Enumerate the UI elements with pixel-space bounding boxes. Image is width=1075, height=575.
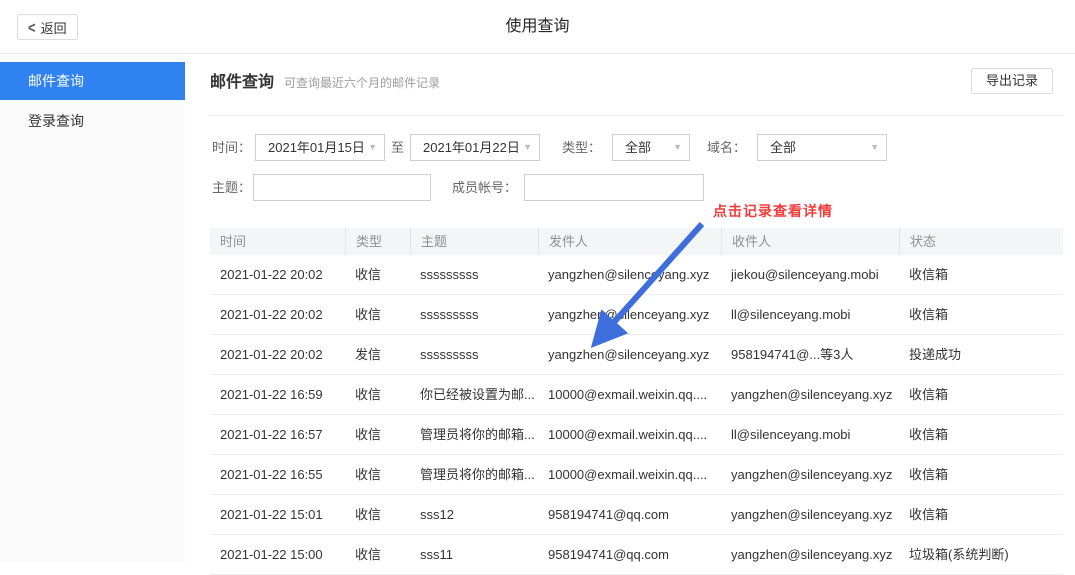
export-records-button[interactable]: 导出记录 [971, 68, 1053, 94]
cell-sender: 10000@exmail.weixin.qq.... [538, 375, 721, 414]
divider [210, 115, 1063, 116]
cell-sender: 958194741@qq.com [538, 535, 721, 574]
type-filter-label: 类型： [562, 134, 601, 161]
section-heading: 邮件查询 [210, 68, 274, 92]
cell-sender: yangzhen@silenceyang.xyz [538, 295, 721, 334]
cell-sender: yangzhen@silenceyang.xyz [538, 335, 721, 374]
table-row[interactable]: 2021-01-22 16:57 收信 管理员将你的邮箱... 10000@ex… [210, 415, 1063, 455]
date-from-value: 2021年01月15日 [268, 140, 365, 155]
cell-recipient: ll@silenceyang.mobi [721, 415, 899, 454]
cell-recipient: yangzhen@silenceyang.xyz [721, 455, 899, 494]
chevron-down-icon: ▼ [673, 135, 682, 160]
date-to-value: 2021年01月22日 [423, 140, 520, 155]
domain-filter-label: 域名： [707, 134, 746, 161]
col-header-type: 类型 [345, 228, 410, 255]
mail-records-table: 时间 类型 主题 发件人 收件人 状态 2021-01-22 20:02 收信 … [210, 228, 1063, 575]
col-header-time: 时间 [210, 228, 345, 255]
cell-type: 发信 [345, 335, 410, 374]
date-to-select[interactable]: 2021年01月22日 ▼ [410, 134, 540, 161]
col-header-subject: 主题 [410, 228, 538, 255]
topbar: < 返回 使用查询 [0, 0, 1075, 54]
date-from-select[interactable]: 2021年01月15日 ▼ [255, 134, 385, 161]
cell-type: 收信 [345, 455, 410, 494]
cell-type: 收信 [345, 255, 410, 294]
cell-time: 2021-01-22 16:55 [210, 455, 345, 494]
cell-status: 垃圾箱(系统判断) [899, 535, 1063, 574]
cell-status: 收信箱 [899, 295, 1063, 334]
cell-type: 收信 [345, 295, 410, 334]
cell-status: 收信箱 [899, 495, 1063, 534]
cell-sender: yangzhen@silenceyang.xyz [538, 255, 721, 294]
page-title: 使用查询 [0, 0, 1075, 54]
chevron-down-icon: ▼ [523, 135, 532, 160]
time-filter-label: 时间： [212, 134, 251, 161]
subject-input[interactable] [253, 174, 431, 201]
cell-status: 收信箱 [899, 455, 1063, 494]
cell-recipient: jiekou@silenceyang.mobi [721, 255, 899, 294]
cell-recipient: yangzhen@silenceyang.xyz [721, 495, 899, 534]
cell-time: 2021-01-22 20:02 [210, 295, 345, 334]
cell-sender: 10000@exmail.weixin.qq.... [538, 415, 721, 454]
member-account-label: 成员帐号： [452, 174, 517, 201]
col-header-sender: 发件人 [538, 228, 721, 255]
cell-subject: 你已经被设置为邮... [410, 375, 538, 414]
cell-subject: sss11 [410, 535, 538, 574]
domain-value: 全部 [770, 140, 796, 155]
table-row[interactable]: 2021-01-22 20:02 发信 sssssssss yangzhen@s… [210, 335, 1063, 375]
cell-sender: 10000@exmail.weixin.qq.... [538, 455, 721, 494]
cell-recipient: yangzhen@silenceyang.xyz [721, 375, 899, 414]
main-content: 邮件查询 可查询最近六个月的邮件记录 导出记录 时间： 2021年01月15日 … [185, 55, 1075, 562]
col-header-recipient: 收件人 [721, 228, 899, 255]
sidebar: 邮件查询 登录查询 [0, 55, 185, 562]
cell-type: 收信 [345, 495, 410, 534]
cell-subject: 管理员将你的邮箱... [410, 455, 538, 494]
cell-subject: 管理员将你的邮箱... [410, 415, 538, 454]
annotation-click-record: 点击记录查看详情 [713, 201, 833, 221]
type-value: 全部 [625, 140, 651, 155]
cell-subject: sss12 [410, 495, 538, 534]
cell-subject: sssssssss [410, 295, 538, 334]
cell-time: 2021-01-22 15:00 [210, 535, 345, 574]
cell-status: 收信箱 [899, 255, 1063, 294]
member-account-input[interactable] [524, 174, 704, 201]
table-row[interactable]: 2021-01-22 15:00 收信 sss11 958194741@qq.c… [210, 535, 1063, 575]
sidebar-item-mail-query[interactable]: 邮件查询 [0, 62, 185, 100]
cell-recipient: 958194741@...等3人 [721, 335, 899, 374]
chevron-down-icon: ▼ [368, 135, 377, 160]
cell-recipient: yangzhen@silenceyang.xyz [721, 535, 899, 574]
cell-time: 2021-01-22 16:57 [210, 415, 345, 454]
section-subtitle: 可查询最近六个月的邮件记录 [284, 74, 440, 91]
col-header-status: 状态 [899, 228, 1063, 255]
domain-select[interactable]: 全部 ▼ [757, 134, 887, 161]
table-header-row: 时间 类型 主题 发件人 收件人 状态 [210, 228, 1063, 255]
cell-recipient: ll@silenceyang.mobi [721, 295, 899, 334]
cell-type: 收信 [345, 375, 410, 414]
table-row[interactable]: 2021-01-22 15:01 收信 sss12 958194741@qq.c… [210, 495, 1063, 535]
cell-status: 收信箱 [899, 415, 1063, 454]
cell-status: 收信箱 [899, 375, 1063, 414]
cell-subject: sssssssss [410, 335, 538, 374]
table-row[interactable]: 2021-01-22 20:02 收信 sssssssss yangzhen@s… [210, 255, 1063, 295]
table-row[interactable]: 2021-01-22 16:59 收信 你已经被设置为邮... 10000@ex… [210, 375, 1063, 415]
cell-subject: sssssssss [410, 255, 538, 294]
cell-type: 收信 [345, 535, 410, 574]
table-row[interactable]: 2021-01-22 16:55 收信 管理员将你的邮箱... 10000@ex… [210, 455, 1063, 495]
sidebar-item-login-query[interactable]: 登录查询 [0, 100, 185, 142]
cell-type: 收信 [345, 415, 410, 454]
type-select[interactable]: 全部 ▼ [612, 134, 690, 161]
cell-sender: 958194741@qq.com [538, 495, 721, 534]
cell-time: 2021-01-22 20:02 [210, 255, 345, 294]
table-row[interactable]: 2021-01-22 20:02 收信 sssssssss yangzhen@s… [210, 295, 1063, 335]
chevron-down-icon: ▼ [870, 135, 879, 160]
cell-time: 2021-01-22 15:01 [210, 495, 345, 534]
to-label: 至 [391, 134, 404, 161]
subject-filter-label: 主题： [212, 174, 251, 201]
cell-status: 投递成功 [899, 335, 1063, 374]
cell-time: 2021-01-22 20:02 [210, 335, 345, 374]
cell-time: 2021-01-22 16:59 [210, 375, 345, 414]
